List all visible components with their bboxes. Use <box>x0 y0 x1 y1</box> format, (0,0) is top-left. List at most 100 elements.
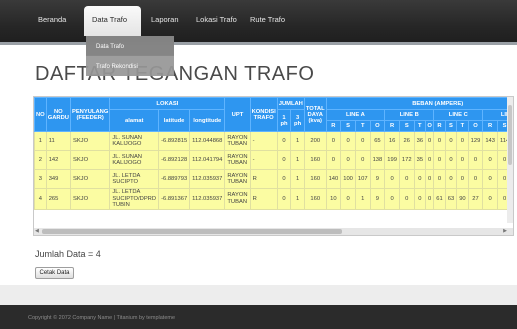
cell-no: 1 <box>34 131 47 151</box>
cell-alamat: JL. SUNAN KALIJOGO <box>109 150 160 170</box>
cell-3ph: 1 <box>290 188 305 210</box>
cell-penyulang: SKJO <box>69 150 111 170</box>
cell-beban: 9 <box>369 188 386 210</box>
cell-no-gardu: 11 <box>45 131 71 151</box>
cell-latitude: -6.892128 <box>158 150 191 170</box>
content-bottom-band <box>0 285 517 305</box>
cell-beban: 0 <box>425 150 435 170</box>
cell-beban: 9 <box>369 169 386 189</box>
cell-latitude: -6.892815 <box>158 131 191 151</box>
cell-no-gardu: 265 <box>45 188 71 210</box>
cetak-data-button[interactable]: Cetak Data <box>35 267 74 279</box>
cell-latitude: -6.891367 <box>158 188 191 210</box>
scroll-left-arrow-icon[interactable]: ◀ <box>35 228 39 234</box>
col-header-penyulang: PENYULANG (FEEDER) <box>69 97 111 132</box>
scroll-right-arrow-icon[interactable]: ▶ <box>503 228 507 234</box>
col-header-jumlah: JUMLAH <box>276 97 305 110</box>
col-header-phase: T <box>456 120 469 132</box>
nav-item-rute-trafo[interactable]: Rute Trafo <box>250 15 285 24</box>
cell-beban: 0 <box>340 188 356 210</box>
cell-kondisi: R <box>249 188 278 210</box>
cell-3ph: 1 <box>290 169 305 189</box>
dropdown-item-data-trafo[interactable]: Data Trafo <box>86 36 174 56</box>
cell-beban: 0 <box>482 150 498 170</box>
nav-item-beranda[interactable]: Beranda <box>38 15 66 24</box>
vertical-scroll-thumb[interactable] <box>508 105 512 165</box>
cell-total-daya: 200 <box>303 131 327 151</box>
cell-kondisi: R <box>249 169 278 189</box>
table-row[interactable]: 3 349 SKJO JL. LETDA SUCIPTO -6.889793 112.035… <box>34 169 513 189</box>
page-title: DAFTAR TEGANGAN TRAFO <box>35 63 315 85</box>
cell-beban: 65 <box>369 131 386 151</box>
cell-beban: 0 <box>413 169 427 189</box>
footer-copyright: Copyright © 2072 Company Name | Titanium… <box>28 315 176 321</box>
nav-item-data-trafo[interactable]: Data Trafo <box>84 6 141 36</box>
cell-kondisi: - <box>249 131 278 151</box>
horizontal-scrollbar[interactable]: ◀ ▶ <box>34 228 513 235</box>
nav-divider <box>0 42 517 45</box>
cell-upt: RAYON TUBAN <box>224 188 251 210</box>
cell-beban: 0 <box>413 188 427 210</box>
cell-beban: 100 <box>340 169 356 189</box>
cell-beban: 0 <box>384 188 400 210</box>
cell-beban: 0 <box>444 169 458 189</box>
col-header-line-c: LINE C <box>433 109 484 121</box>
cell-beban: 10 <box>325 188 342 210</box>
cell-penyulang: SKJO <box>69 169 111 189</box>
col-header-no: NO <box>34 97 47 132</box>
cell-latitude: -6.889793 <box>158 169 191 189</box>
table-row[interactable]: 2 142 SKJO JL. SUNAN KALIJOGO -6.892128 112.04… <box>34 150 513 170</box>
cell-1ph: 0 <box>276 169 292 189</box>
nav-item-laporan[interactable]: Laporan <box>151 15 179 24</box>
cell-upt-line: RAYON <box>227 192 248 199</box>
cell-no: 3 <box>34 169 47 189</box>
col-header-no-gardu: NO GARDU <box>45 97 71 132</box>
cell-upt: RAYON TUBAN <box>224 150 251 170</box>
cell-beban: 1 <box>354 188 371 210</box>
col-header-phase: R <box>325 120 342 132</box>
cell-beban: 0 <box>444 150 458 170</box>
cell-alamat: JL. LETDA SUCIPTO/DPRD TUBIN <box>109 188 160 210</box>
col-header-phase: S <box>398 120 415 132</box>
cell-beban: 0 <box>354 150 371 170</box>
cell-longtitude: 112.035937 <box>189 188 226 210</box>
cell-beban: 0 <box>456 150 469 170</box>
col-header-phase: S <box>340 120 356 132</box>
cell-beban: 0 <box>456 131 469 151</box>
cell-total-daya: 160 <box>303 150 327 170</box>
cell-3ph: 1 <box>290 131 305 151</box>
cell-beban: 0 <box>384 169 400 189</box>
cell-total-daya: 160 <box>303 169 327 189</box>
nav-item-lokasi-trafo[interactable]: Lokasi Trafo <box>196 15 237 24</box>
col-header-3ph: 3 ph <box>290 109 305 132</box>
cell-beban: 61 <box>433 188 446 210</box>
cell-beban: 0 <box>433 169 446 189</box>
table-row[interactable]: 4 265 SKJO JL. LETDA SUCIPTO/DPRD TUBIN -6.891… <box>34 188 513 210</box>
col-header-phase: O <box>425 120 435 132</box>
cell-no-gardu: 349 <box>45 169 71 189</box>
cell-beban: 140 <box>325 169 342 189</box>
horizontal-scroll-thumb[interactable] <box>42 229 342 234</box>
cell-upt-line: TUBAN <box>227 198 248 205</box>
cell-beban: 0 <box>456 169 469 189</box>
col-header-phase: R <box>482 120 498 132</box>
col-header-phase: O <box>369 120 386 132</box>
cell-1ph: 0 <box>276 150 292 170</box>
col-header-phase: R <box>433 120 446 132</box>
trafo-table-container[interactable]: NO NO GARDU PENYULANG (FEEDER) LOKASI UP… <box>33 96 514 236</box>
col-header-phase: R <box>384 120 400 132</box>
cell-beban: 107 <box>354 169 371 189</box>
cell-alamat-line: KALIJOGO <box>112 141 142 147</box>
cell-upt: RAYON TUBAN <box>224 131 251 151</box>
cell-beban: 0 <box>467 150 484 170</box>
cell-beban: 0 <box>425 188 435 210</box>
cell-longtitude: 112.035937 <box>189 169 226 189</box>
table-row[interactable]: 1 11 SKJO JL. SUNAN KALIJOGO -6.892815 112.044… <box>34 131 513 151</box>
cell-beban: 172 <box>398 150 415 170</box>
dropdown-item-trafo-rekondisi[interactable]: Trafo Rekondisi <box>86 56 174 76</box>
cell-beban: 16 <box>384 131 400 151</box>
cell-beban: 35 <box>413 150 427 170</box>
cell-beban: 36 <box>413 131 427 151</box>
cell-3ph: 1 <box>290 150 305 170</box>
vertical-scrollbar[interactable] <box>507 97 513 223</box>
